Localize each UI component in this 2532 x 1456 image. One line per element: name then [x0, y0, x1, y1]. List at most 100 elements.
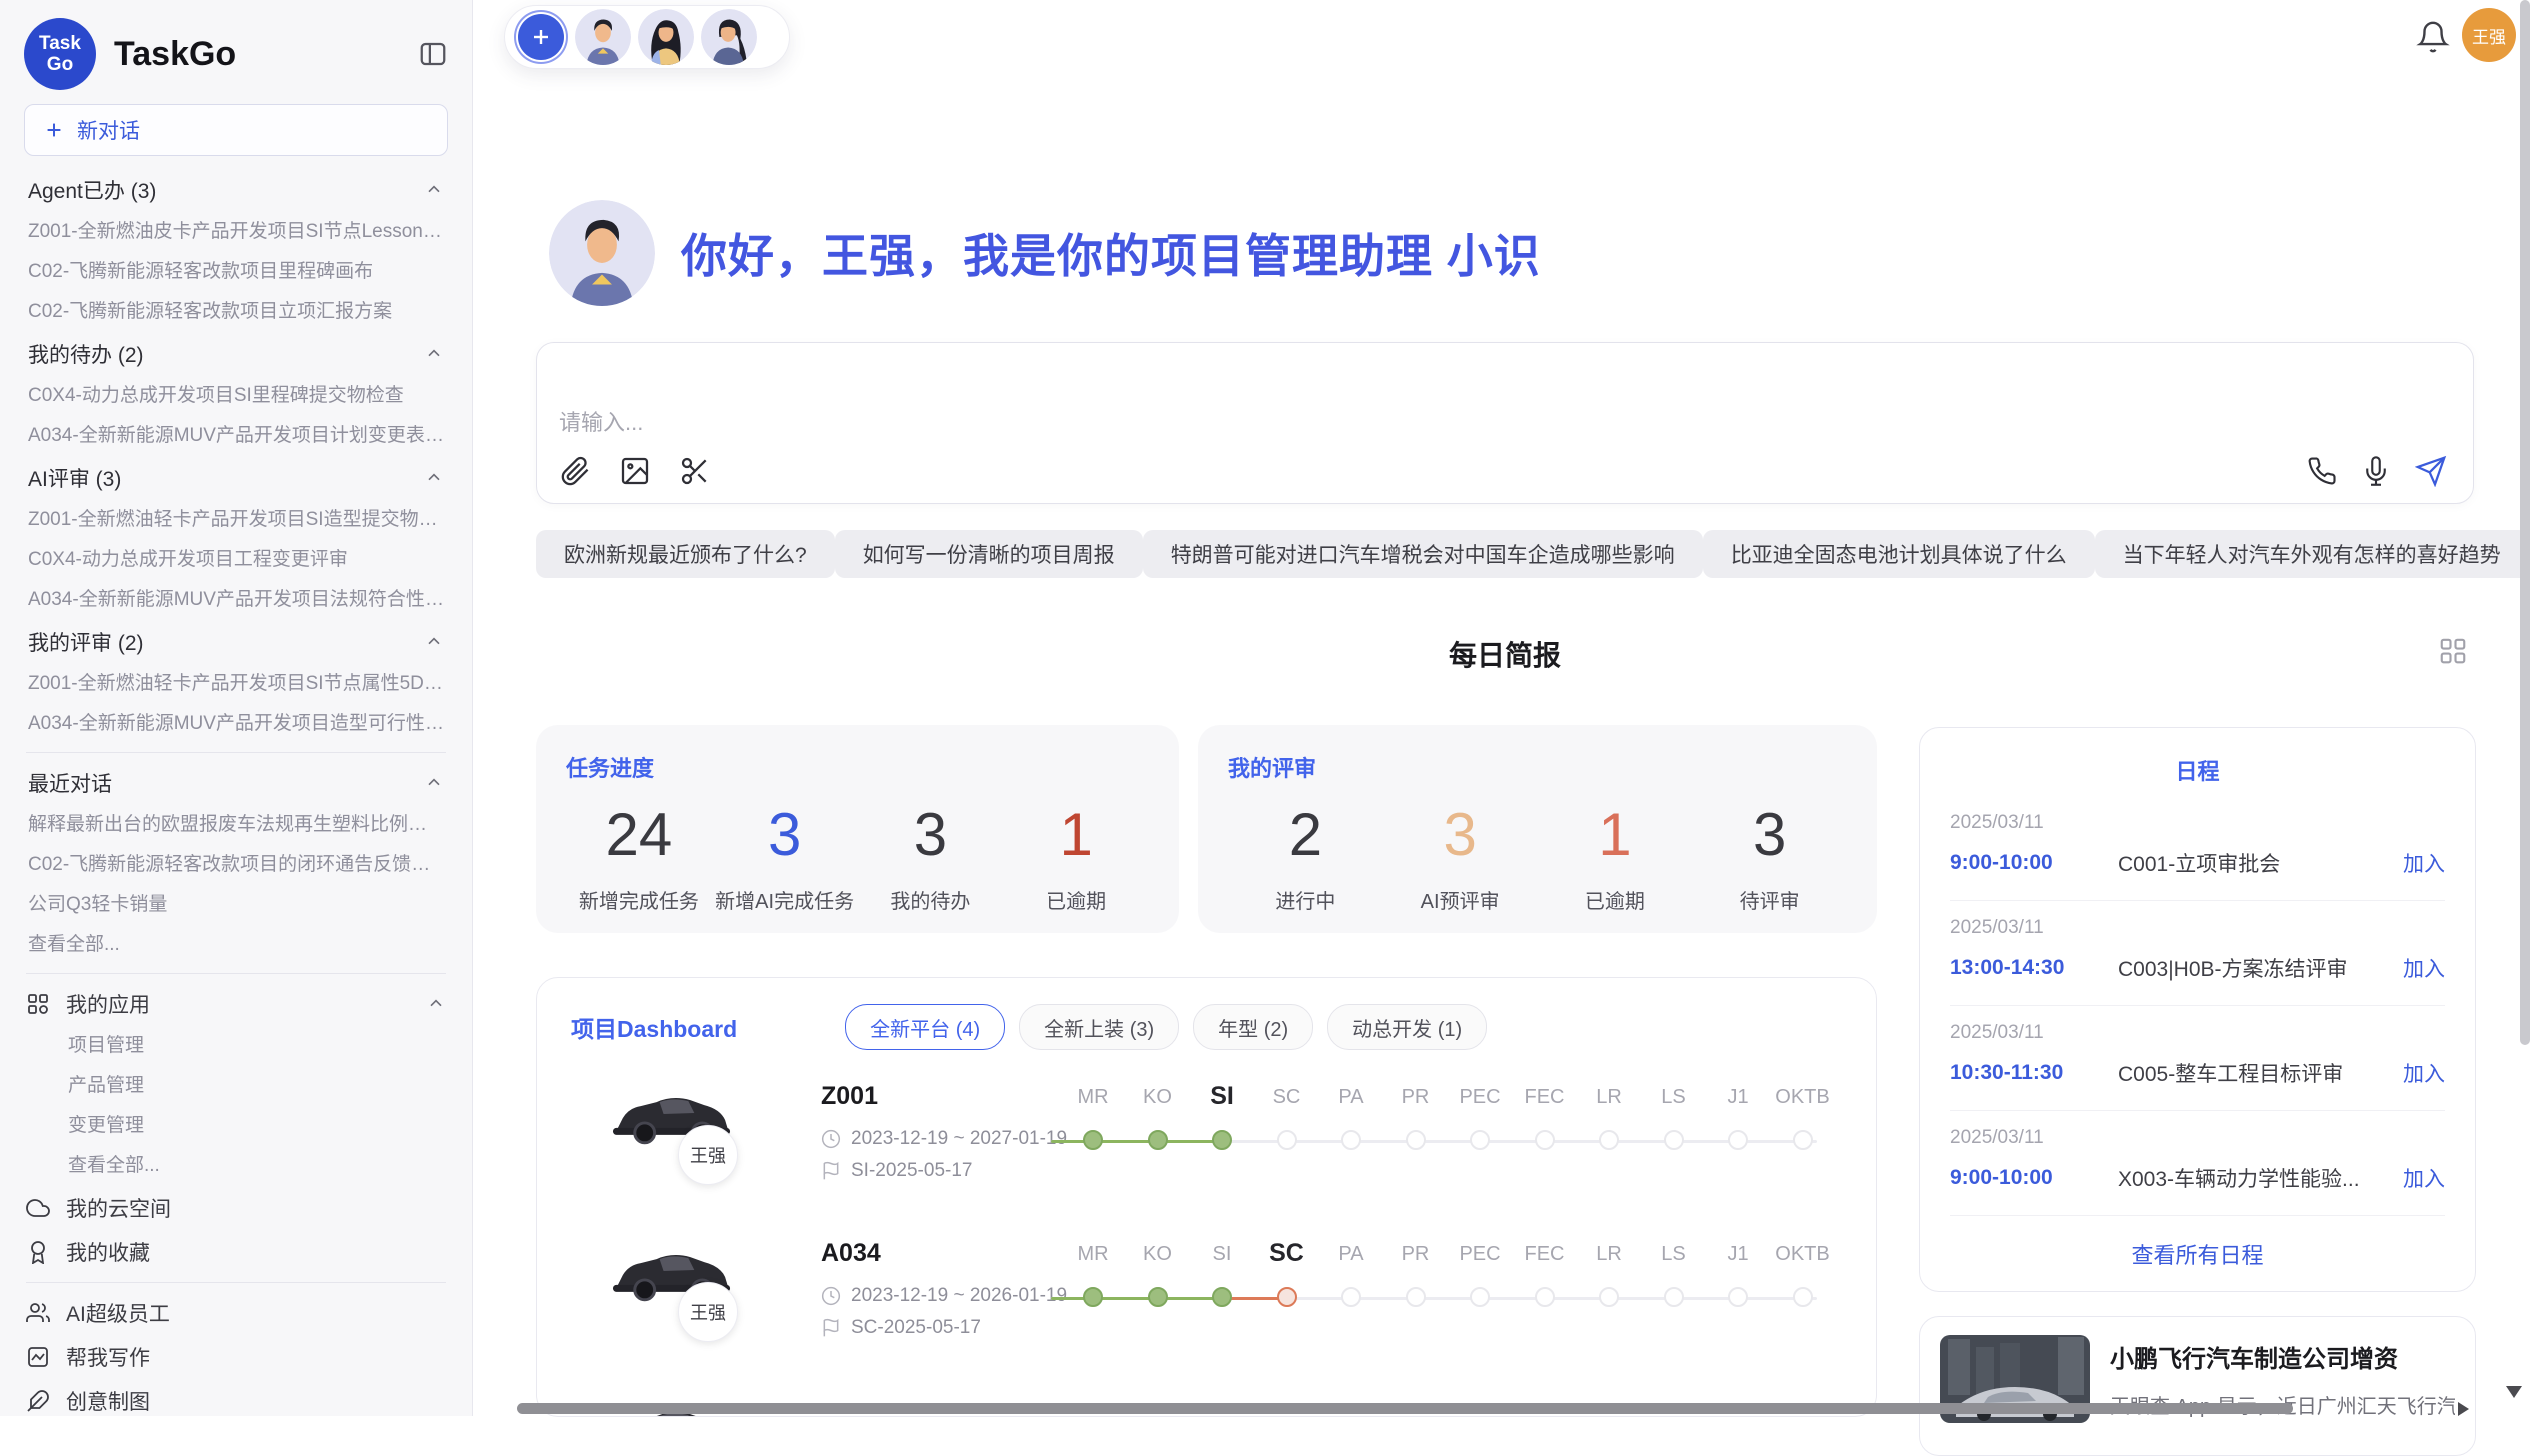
view-all-schedule-link[interactable]: 查看所有日程 — [1950, 1216, 2445, 1270]
sidebar-item[interactable]: 查看全部... — [0, 925, 472, 965]
grid-icon — [26, 992, 50, 1016]
schedule-time: 9:00-10:00 — [1950, 851, 2118, 875]
sidebar-section-header[interactable]: 最近对话 — [0, 761, 472, 805]
milestone-dot[interactable] — [1664, 1130, 1684, 1150]
suggestion-chip[interactable]: 比亚迪全固态电池计划具体说了什么 — [1703, 530, 2095, 578]
join-button[interactable]: 加入 — [2403, 1163, 2445, 1193]
join-button[interactable]: 加入 — [2403, 1058, 2445, 1088]
schedule-card: 日程 2025/03/119:00-10:00C001-立项审批会加入2025/… — [1919, 727, 2476, 1292]
news-card[interactable]: 小鹏飞行汽车制造公司增资 天眼查 App 显示，近日广州汇天飞行汽... — [1919, 1316, 2476, 1456]
dashboard-tab[interactable]: 全新上装 (3) — [1019, 1004, 1179, 1050]
join-button[interactable]: 加入 — [2403, 848, 2445, 878]
milestone-dot[interactable] — [1793, 1130, 1813, 1150]
user-name: 王强 — [2472, 23, 2506, 48]
scroll-right-arrow[interactable] — [2458, 1402, 2469, 1416]
attach-icon[interactable] — [559, 455, 591, 487]
milestone-dot[interactable] — [1277, 1130, 1297, 1150]
sidebar-app-item[interactable]: 查看全部... — [0, 1146, 472, 1186]
sidebar-item-my-apps[interactable]: 我的应用 — [0, 982, 472, 1026]
milestone-dot[interactable] — [1277, 1287, 1297, 1307]
horizontal-scrollbar-thumb[interactable] — [517, 1403, 2293, 1414]
agent-avatar-1[interactable] — [575, 9, 631, 65]
sidebar-item[interactable]: A034-全新新能源MUV产品开发项目造型可行性评审 — [0, 704, 472, 744]
agent-avatar-2[interactable] — [638, 9, 694, 65]
sidebar-item-creative-draw[interactable]: 创意制图 — [0, 1379, 472, 1416]
sidebar-item[interactable]: 公司Q3轻卡销量 — [0, 885, 472, 925]
sidebar-item-favorites[interactable]: 我的收藏 — [0, 1230, 472, 1274]
sidebar-item[interactable]: C0X4-动力总成开发项目工程变更评审 — [0, 540, 472, 580]
sidebar-item[interactable]: C02-飞腾新能源轻客改款项目的闭环通告反馈情况 — [0, 845, 472, 885]
milestone-dot[interactable] — [1599, 1130, 1619, 1150]
sidebar-section-header[interactable]: 我的评审 (2) — [0, 620, 472, 664]
sidebar-item[interactable]: 解释最新出台的欧盟报废车法规再生塑料比例被调至15%... — [0, 805, 472, 845]
sidebar-item-cloud-space[interactable]: 我的云空间 — [0, 1186, 472, 1230]
layout-grid-icon[interactable] — [2438, 636, 2468, 666]
sidebar-item[interactable]: C02-飞腾新能源轻客改款项目立项汇报方案 — [0, 292, 472, 332]
milestone-dot[interactable] — [1148, 1130, 1168, 1150]
milestone-dot[interactable] — [1406, 1287, 1426, 1307]
send-icon[interactable] — [2415, 455, 2447, 487]
card-title: 任务进度 — [566, 751, 1149, 783]
user-avatar[interactable]: 王强 — [2462, 8, 2516, 62]
sidebar-app-item[interactable]: 产品管理 — [0, 1066, 472, 1106]
milestone-dot[interactable] — [1212, 1287, 1232, 1307]
milestone-dot[interactable] — [1083, 1130, 1103, 1150]
milestone-dot[interactable] — [1728, 1287, 1748, 1307]
milestone-dot[interactable] — [1728, 1130, 1748, 1150]
milestone-dot[interactable] — [1470, 1130, 1490, 1150]
milestone-dot[interactable] — [1535, 1287, 1555, 1307]
sidebar-item[interactable]: C02-飞腾新能源轻客改款项目里程碑画布 — [0, 252, 472, 292]
milestone-dot[interactable] — [1341, 1130, 1361, 1150]
microphone-icon[interactable] — [2361, 456, 2391, 486]
sidebar-collapse-icon[interactable] — [418, 39, 448, 69]
suggestion-chip[interactable]: 如何写一份清晰的项目周报 — [835, 530, 1143, 578]
sidebar-item[interactable]: A034-全新新能源MUV产品开发项目法规符合性评审 — [0, 580, 472, 620]
milestone-dot[interactable] — [1212, 1130, 1232, 1150]
milestone-dot[interactable] — [1341, 1287, 1361, 1307]
schedule-date: 2025/03/11 — [1950, 812, 2445, 834]
sidebar-item[interactable]: Z001-全新燃油轻卡产品开发项目SI造型提交物评审 — [0, 500, 472, 540]
milestone-dot[interactable] — [1406, 1130, 1426, 1150]
sidebar-item-ai-super-staff[interactable]: AI超级员工 — [0, 1291, 472, 1335]
suggestion-chip[interactable]: 特朗普可能对进口汽车增税会对中国车企造成哪些影响 — [1143, 530, 1703, 578]
phone-icon[interactable] — [2307, 456, 2337, 486]
dashboard-tab[interactable]: 动总开发 (1) — [1327, 1004, 1487, 1050]
new-chat-button[interactable]: 新对话 — [24, 104, 448, 156]
sidebar-item[interactable]: Z001-全新燃油轻卡产品开发项目SI节点属性5D文件评审 — [0, 664, 472, 704]
dashboard-tab[interactable]: 年型 (2) — [1193, 1004, 1313, 1050]
sidebar-section-header[interactable]: 我的待办 (2) — [0, 332, 472, 376]
project-next-milestone: SI-2025-05-17 — [821, 1160, 972, 1182]
milestone-dot[interactable] — [1470, 1287, 1490, 1307]
milestone-dot[interactable] — [1793, 1287, 1813, 1307]
milestone-dot[interactable] — [1148, 1287, 1168, 1307]
milestone-dot[interactable] — [1535, 1130, 1555, 1150]
vertical-scrollbar-thumb[interactable] — [2520, 0, 2530, 1045]
stat-item: 1已逾期 — [1538, 793, 1693, 914]
scissors-icon[interactable] — [679, 455, 711, 487]
agent-avatars-pill — [504, 5, 790, 69]
agent-avatar-3[interactable] — [701, 9, 757, 65]
schedule-date: 2025/03/11 — [1950, 1022, 2445, 1044]
add-agent-button[interactable] — [518, 14, 564, 60]
sidebar-item[interactable]: C0X4-动力总成开发项目SI里程碑提交物检查 — [0, 376, 472, 416]
card-title: 我的评审 — [1228, 751, 1847, 783]
sidebar-app-item[interactable]: 项目管理 — [0, 1026, 472, 1066]
sidebar-item-help-write[interactable]: 帮我写作 — [0, 1335, 472, 1379]
join-button[interactable]: 加入 — [2403, 953, 2445, 983]
suggestion-chip[interactable]: 当下年轻人对汽车外观有怎样的喜好趋势 — [2095, 530, 2529, 578]
sidebar-item[interactable]: Z001-全新燃油皮卡产品开发项目SI节点Lesson Learn报告 — [0, 212, 472, 252]
image-upload-icon[interactable] — [619, 455, 651, 487]
milestone-dot[interactable] — [1599, 1287, 1619, 1307]
sidebar-app-item[interactable]: 变更管理 — [0, 1106, 472, 1146]
sidebar-item[interactable]: A034-全新新能源MUV产品开发项目计划变更表编写 — [0, 416, 472, 456]
milestone-dot[interactable] — [1664, 1287, 1684, 1307]
dashboard-tab[interactable]: 全新平台 (4) — [845, 1004, 1005, 1050]
sidebar-section-header[interactable]: Agent已办 (3) — [0, 168, 472, 212]
scroll-down-arrow[interactable] — [2506, 1386, 2522, 1398]
milestone-dot[interactable] — [1083, 1287, 1103, 1307]
schedule-entry: 2025/03/119:00-10:00X003-车辆动力学性能验...加入 — [1950, 1111, 2445, 1216]
suggestion-chip[interactable]: 欧洲新规最近颁布了什么? — [536, 530, 835, 578]
chat-input-box[interactable]: 请输入... — [536, 342, 2474, 504]
sidebar-section-header[interactable]: AI评审 (3) — [0, 456, 472, 500]
notification-bell-icon[interactable] — [2416, 20, 2450, 54]
